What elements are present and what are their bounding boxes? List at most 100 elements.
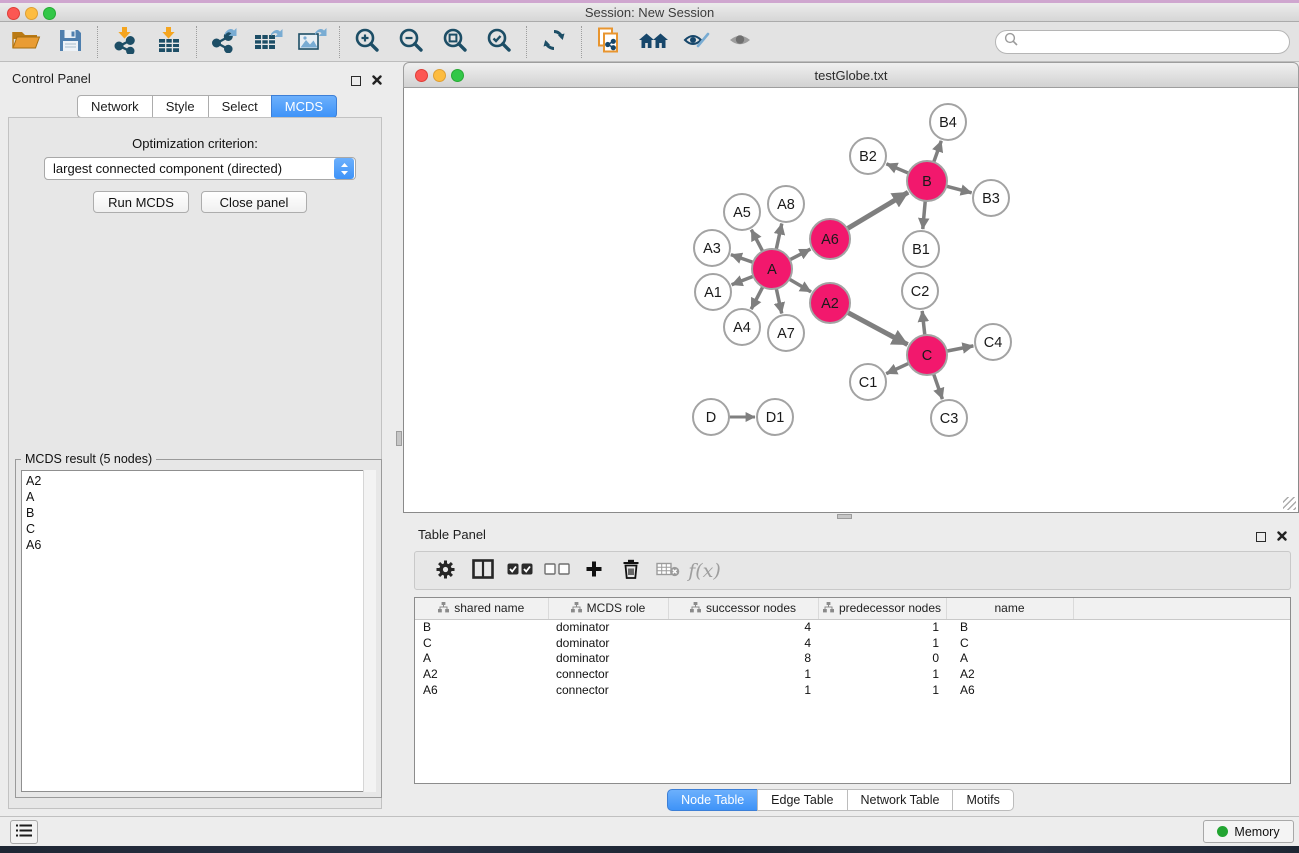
graph-node-A5[interactable]: A5 [724, 194, 760, 230]
table-row[interactable]: A2connector11A2 [415, 666, 1291, 682]
table-cell[interactable]: A2 [946, 666, 1073, 682]
graph-edge[interactable] [886, 363, 909, 373]
graph-node-A4[interactable]: A4 [724, 309, 760, 345]
graph-edge[interactable] [934, 374, 943, 399]
tab-network-table[interactable]: Network Table [847, 789, 954, 811]
graph-edge[interactable] [731, 255, 753, 263]
optimization-criterion-select[interactable]: largest connected component (directed) [44, 157, 356, 180]
column-header[interactable]: MCDS role [548, 598, 668, 619]
table-cell[interactable]: 4 [668, 619, 818, 635]
resize-grip[interactable] [1283, 497, 1296, 510]
graph-edge[interactable] [848, 312, 908, 344]
mcds-result-item[interactable]: A [22, 489, 375, 505]
graph-node-C1[interactable]: C1 [850, 364, 886, 400]
function-builder-button[interactable]: f(x) [686, 555, 723, 587]
graph-node-A7[interactable]: A7 [768, 315, 804, 351]
table-row[interactable]: Bdominator41B [415, 619, 1291, 635]
graph-node-C4[interactable]: C4 [975, 324, 1011, 360]
import-table-button[interactable] [147, 24, 191, 60]
mcds-result-item[interactable]: C [22, 521, 375, 537]
column-header[interactable]: name [946, 598, 1073, 619]
refresh-button[interactable] [532, 24, 576, 60]
run-mcds-button[interactable]: Run MCDS [93, 191, 189, 213]
close-table-panel-icon[interactable] [1277, 528, 1287, 546]
graph-edge[interactable] [923, 201, 925, 229]
graph-node-B[interactable]: B [907, 161, 947, 201]
graph-node-B3[interactable]: B3 [973, 180, 1009, 216]
mcds-result-item[interactable]: A6 [22, 537, 375, 553]
graph-node-B2[interactable]: B2 [850, 138, 886, 174]
show-all-button[interactable] [719, 24, 763, 60]
graph-node-C3[interactable]: C3 [931, 400, 967, 436]
table-cell[interactable]: C [946, 635, 1073, 651]
graph-node-C2[interactable]: C2 [902, 273, 938, 309]
table-cell[interactable]: 1 [668, 682, 818, 698]
close-panel-button[interactable]: Close panel [201, 191, 307, 213]
table-cell[interactable]: 1 [818, 619, 946, 635]
table-cell[interactable]: connector [548, 682, 668, 698]
table-cell[interactable]: 0 [818, 650, 946, 666]
tab-style[interactable]: Style [152, 95, 209, 118]
save-session-button[interactable] [48, 24, 92, 60]
column-header[interactable]: predecessor nodes [818, 598, 946, 619]
graph-node-D[interactable]: D [693, 399, 729, 435]
graph-node-A6[interactable]: A6 [810, 219, 850, 259]
tab-mcds[interactable]: MCDS [271, 95, 337, 118]
import-network-button[interactable] [103, 24, 147, 60]
graph-edge[interactable] [934, 141, 942, 162]
close-panel-icon[interactable] [372, 72, 382, 90]
delete-row-button[interactable] [612, 555, 649, 587]
column-header[interactable]: shared name [415, 598, 548, 619]
zoom-out-button[interactable] [389, 24, 433, 60]
export-network-button[interactable] [202, 24, 246, 60]
export-table-button[interactable] [246, 24, 290, 60]
graph-edge[interactable] [947, 346, 974, 351]
table-cell[interactable]: connector [548, 666, 668, 682]
tab-select[interactable]: Select [208, 95, 272, 118]
node-table[interactable]: shared nameMCDS rolesuccessor nodesprede… [414, 597, 1291, 784]
table-cell[interactable]: 1 [818, 666, 946, 682]
table-cell[interactable]: B [415, 619, 548, 635]
mcds-result-item[interactable]: B [22, 505, 375, 521]
graph-node-B1[interactable]: B1 [903, 231, 939, 267]
network-canvas[interactable]: AA1A3A5A8A4A7A6A2BB2B4B3B1CC2C1C3C4DD1 [403, 88, 1299, 513]
graph-edge[interactable] [751, 287, 763, 309]
table-cell[interactable]: A2 [415, 666, 548, 682]
select-all-button[interactable] [501, 555, 538, 587]
tab-node-table[interactable]: Node Table [667, 789, 758, 811]
table-cell[interactable]: 1 [818, 682, 946, 698]
tab-motifs[interactable]: Motifs [952, 789, 1013, 811]
graph-edge[interactable] [946, 186, 971, 193]
deselect-all-button[interactable] [538, 555, 575, 587]
zoom-in-button[interactable] [345, 24, 389, 60]
table-cell[interactable]: C [415, 635, 548, 651]
table-cell[interactable]: A [946, 650, 1073, 666]
graph-edge[interactable] [886, 164, 908, 173]
open-session-button[interactable] [4, 24, 48, 60]
graph-edge[interactable] [789, 279, 811, 292]
tab-network[interactable]: Network [77, 95, 153, 118]
table-settings-button[interactable] [427, 555, 464, 587]
table-cell[interactable]: 1 [818, 635, 946, 651]
duplicate-network-button[interactable] [587, 24, 631, 60]
float-panel-icon[interactable] [351, 76, 361, 86]
network-vertical-scrollbar[interactable] [396, 431, 402, 446]
graph-node-D1[interactable]: D1 [757, 399, 793, 435]
table-cell[interactable]: 4 [668, 635, 818, 651]
table-cell[interactable]: 8 [668, 650, 818, 666]
table-cell[interactable]: dominator [548, 619, 668, 635]
mcds-result-item[interactable]: A2 [22, 473, 375, 489]
tab-edge-table[interactable]: Edge Table [757, 789, 847, 811]
add-row-button[interactable] [575, 555, 612, 587]
graph-edge[interactable] [922, 311, 925, 335]
network-window-titlebar[interactable]: testGlobe.txt [403, 62, 1299, 88]
network-horizontal-scrollbar[interactable] [837, 514, 852, 519]
graph-edge[interactable] [776, 224, 782, 250]
table-cell[interactable]: dominator [548, 650, 668, 666]
zoom-fit-button[interactable] [433, 24, 477, 60]
show-columns-button[interactable] [464, 555, 501, 587]
column-header[interactable]: successor nodes [668, 598, 818, 619]
graph-node-B4[interactable]: B4 [930, 104, 966, 140]
graph-edge[interactable] [776, 289, 781, 314]
delete-table-button[interactable] [649, 555, 686, 587]
